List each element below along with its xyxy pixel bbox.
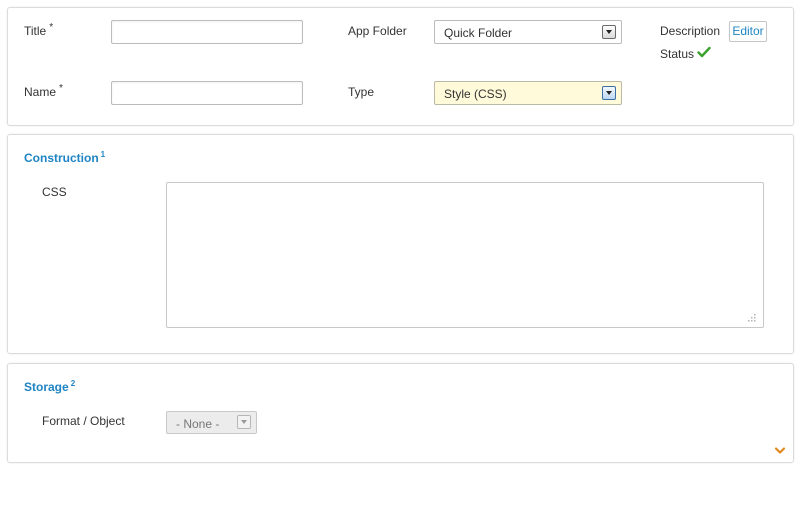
construction-title: Construction 1 <box>24 150 106 165</box>
format-object-label: Format / Object <box>42 414 125 428</box>
check-icon <box>697 46 711 58</box>
app-folder-label: App Folder <box>348 24 407 38</box>
storage-panel <box>7 363 794 463</box>
app-folder-value: Quick Folder <box>444 26 513 40</box>
format-object-value: - None - <box>176 417 220 431</box>
title-label: Title * <box>24 22 54 39</box>
dropdown-arrow-icon[interactable] <box>602 86 616 100</box>
chevron-down-icon[interactable] <box>774 446 786 456</box>
app-folder-select[interactable]: Quick Folder <box>434 20 622 44</box>
storage-title: Storage 2 <box>24 379 76 394</box>
construction-footnote: 1 <box>100 150 106 159</box>
description-label: Description <box>660 24 721 38</box>
name-label: Name * <box>24 83 63 100</box>
required-marker: * <box>49 22 54 33</box>
type-label: Type <box>348 85 375 99</box>
dropdown-arrow-icon[interactable] <box>237 415 251 429</box>
status-label: Status <box>660 47 695 61</box>
dropdown-arrow-icon[interactable] <box>602 25 616 39</box>
format-object-select[interactable]: - None - <box>166 411 257 434</box>
css-textarea[interactable] <box>166 182 764 328</box>
required-marker: * <box>59 83 63 94</box>
resize-grip-icon[interactable] <box>745 312 757 324</box>
type-value: Style (CSS) <box>444 87 507 101</box>
name-input[interactable] <box>111 81 303 105</box>
type-select[interactable]: Style (CSS) <box>434 81 622 105</box>
css-label: CSS <box>42 185 67 199</box>
editor-button[interactable]: Editor <box>729 21 767 42</box>
storage-footnote: 2 <box>70 379 76 388</box>
title-input[interactable] <box>111 20 303 44</box>
